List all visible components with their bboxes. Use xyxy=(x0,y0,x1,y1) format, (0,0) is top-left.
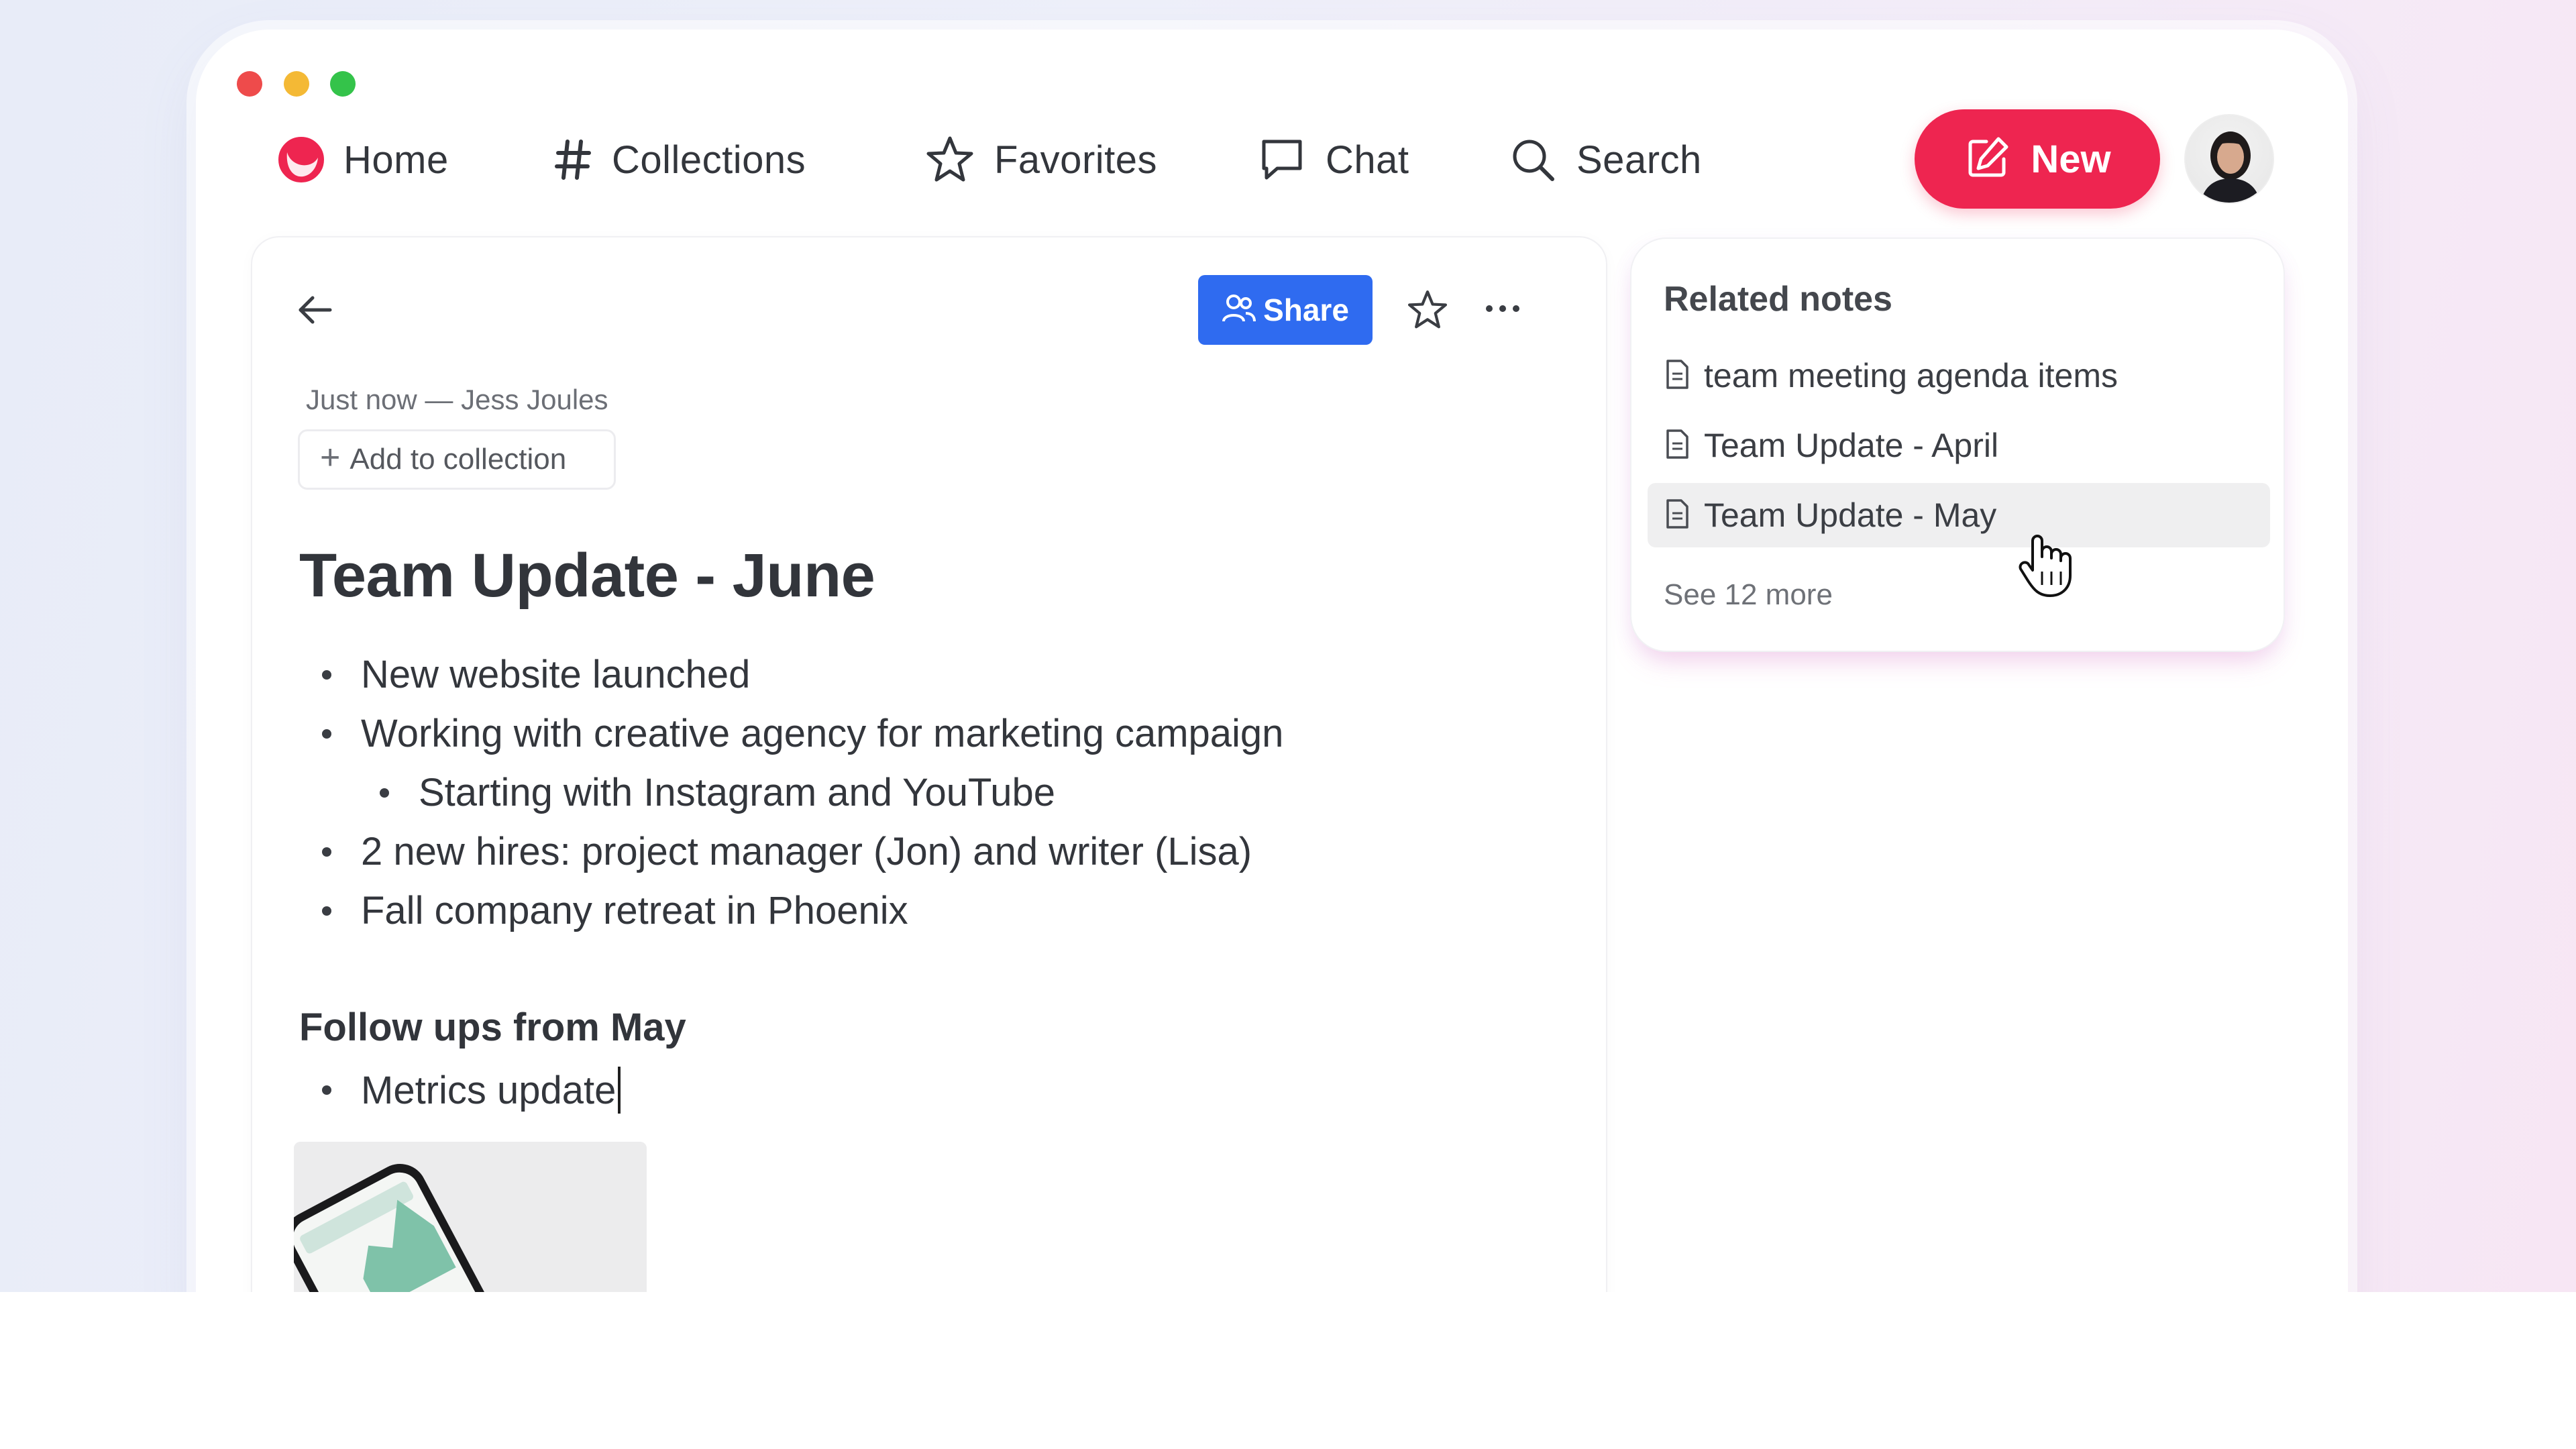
new-button-label: New xyxy=(2031,137,2111,181)
embedded-phone-image[interactable] xyxy=(294,1142,647,1292)
bullet-item[interactable]: Working with creative agency for marketi… xyxy=(322,711,1283,756)
hand-cursor-icon xyxy=(2015,531,2076,598)
window-close-button[interactable] xyxy=(237,71,262,97)
new-button[interactable]: New xyxy=(1915,109,2160,209)
people-icon xyxy=(1222,293,1256,327)
plus-icon: + xyxy=(320,438,341,477)
bullet-dot xyxy=(322,1085,331,1095)
document-icon xyxy=(1665,359,1689,393)
app-background: Home Collections Favorites Chat Search N… xyxy=(0,0,2576,1292)
window-minimize-button[interactable] xyxy=(284,71,309,97)
related-note-label: Team Update - May xyxy=(1704,496,1997,534)
bullet-dot xyxy=(380,788,389,798)
bullet-text: Starting with Instagram and YouTube xyxy=(419,771,1056,814)
see-more-link[interactable]: See 12 more xyxy=(1664,578,1833,612)
favorite-star-button[interactable] xyxy=(1406,288,1449,331)
bullet-dot xyxy=(322,729,331,739)
related-note-label: Team Update - April xyxy=(1704,427,1999,464)
add-to-collection-label: Add to collection xyxy=(350,443,567,476)
ellipsis-icon xyxy=(1485,304,1521,317)
document-icon xyxy=(1665,498,1689,533)
related-note-item[interactable]: team meeting agenda items xyxy=(1648,343,2270,408)
nav-home-label: Home xyxy=(343,138,449,182)
followups-heading[interactable]: Follow ups from May xyxy=(299,1005,686,1050)
nav-favorites-label: Favorites xyxy=(994,138,1158,182)
logo-icon xyxy=(278,136,325,183)
text-caret xyxy=(618,1067,621,1114)
search-icon xyxy=(1508,135,1558,184)
nav-favorites[interactable]: Favorites xyxy=(924,127,1157,192)
related-note-item-hovered[interactable]: Team Update - May xyxy=(1648,483,2270,547)
nav-chat-label: Chat xyxy=(1326,138,1409,182)
edit-icon xyxy=(1964,133,2012,185)
related-notes-heading: Related notes xyxy=(1664,280,1892,319)
window-maximize-button[interactable] xyxy=(330,71,356,97)
related-note-label: team meeting agenda items xyxy=(1704,357,2118,394)
share-button[interactable]: Share xyxy=(1198,275,1373,345)
hash-icon xyxy=(553,136,593,183)
arrow-left-icon xyxy=(295,296,335,333)
nav-collections-label: Collections xyxy=(612,138,806,182)
bullet-item[interactable]: Fall company retreat in Phoenix xyxy=(322,888,908,933)
bullet-text: New website launched xyxy=(361,653,751,696)
bullet-item[interactable]: 2 new hires: project manager (Jon) and w… xyxy=(322,829,1252,874)
more-options-button[interactable] xyxy=(1481,288,1524,331)
bullet-item[interactable]: Metrics update xyxy=(322,1067,621,1114)
nav-search[interactable]: Search xyxy=(1508,127,1702,192)
bullet-text: 2 new hires: project manager (Jon) and w… xyxy=(361,830,1252,873)
star-icon xyxy=(924,134,975,185)
chat-bubble-icon xyxy=(1257,135,1307,184)
nested-bullet-item[interactable]: Starting with Instagram and YouTube xyxy=(380,770,1055,815)
document-icon xyxy=(1665,429,1689,463)
note-meta: Just now — Jess Joules xyxy=(306,384,608,415)
share-button-label: Share xyxy=(1263,292,1349,327)
bullet-dot xyxy=(322,906,331,916)
nav-collections[interactable]: Collections xyxy=(553,127,806,192)
related-note-item[interactable]: Team Update - April xyxy=(1648,413,2270,478)
avatar[interactable] xyxy=(2184,114,2274,204)
star-icon xyxy=(1406,290,1449,334)
nav-chat[interactable]: Chat xyxy=(1257,127,1409,192)
bullet-text: Working with creative agency for marketi… xyxy=(361,712,1284,755)
bullet-item[interactable]: New website launched xyxy=(322,652,750,697)
add-to-collection-button[interactable]: + Add to collection xyxy=(298,429,616,490)
bullet-text: Fall company retreat in Phoenix xyxy=(361,889,908,932)
bullet-text: Metrics update xyxy=(361,1068,616,1112)
note-title[interactable]: Team Update - June xyxy=(299,541,875,611)
bullet-dot xyxy=(322,669,331,680)
bullet-dot xyxy=(322,847,331,857)
back-button[interactable] xyxy=(295,290,335,330)
nav-search-label: Search xyxy=(1576,138,1702,182)
nav-home[interactable]: Home xyxy=(278,127,449,192)
